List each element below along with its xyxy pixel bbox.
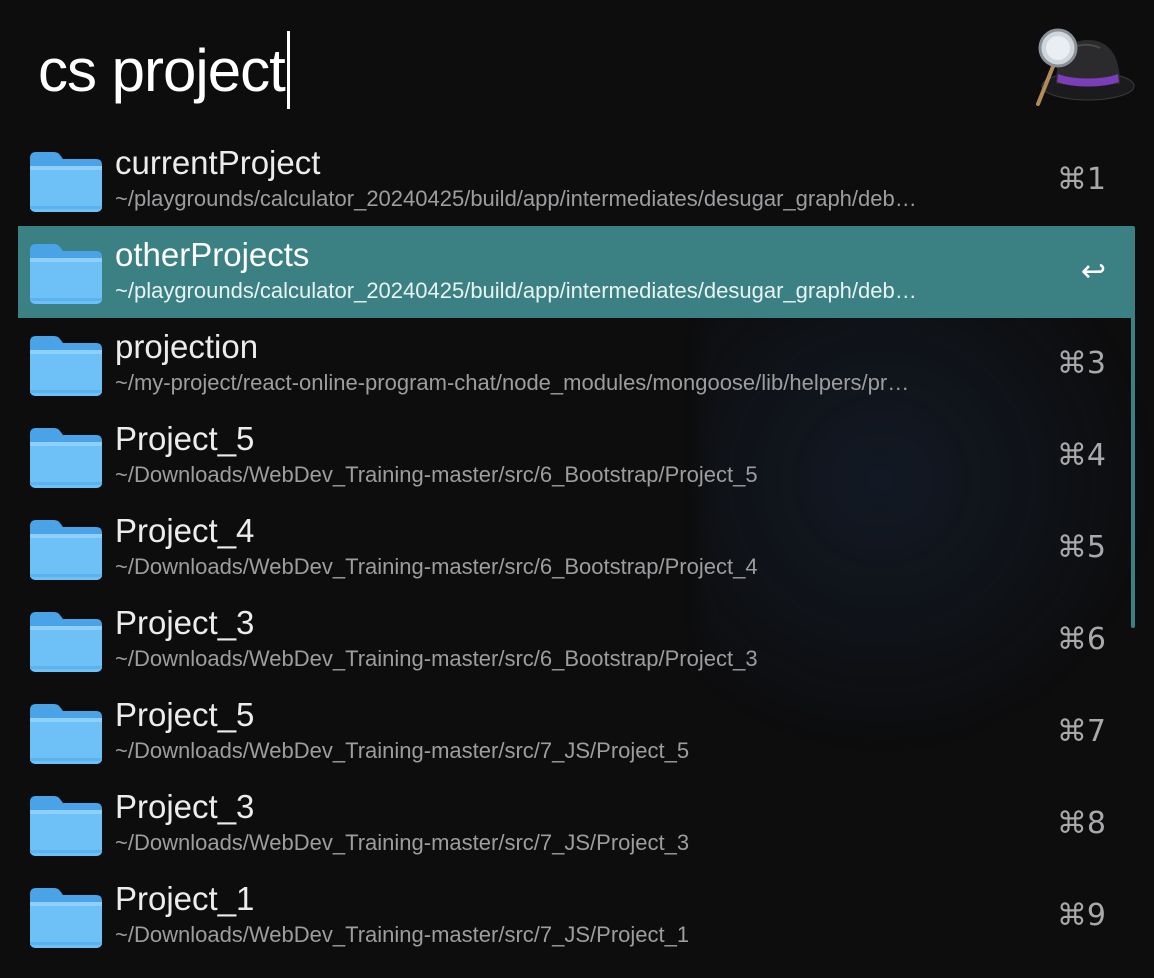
result-shortcut: ⌘3 [1056, 346, 1106, 381]
folder-icon [30, 520, 102, 580]
result-title: Project_5 [115, 420, 255, 457]
result-row[interactable]: otherProjects ~/playgrounds/calculator_20… [18, 226, 1134, 318]
result-row[interactable]: Project_5 ~/Downloads/WebDev_Training-mas… [18, 686, 1134, 778]
folder-icon [30, 244, 102, 304]
result-shortcut: ↩ [1080, 254, 1106, 289]
result-path: ~/Downloads/WebDev_Training-master/src/7… [115, 738, 690, 763]
result-title: Project_5 [115, 696, 255, 733]
result-title: currentProject [115, 144, 321, 181]
result-row[interactable]: Project_5 ~/Downloads/WebDev_Training-mas… [18, 410, 1134, 502]
result-path: ~/Downloads/WebDev_Training-master/src/6… [115, 462, 758, 487]
result-row[interactable]: Project_3 ~/Downloads/WebDev_Training-mas… [18, 594, 1134, 686]
launcher-window: cs project currentProject ~/playgrounds/c… [0, 0, 1154, 978]
folder-icon [30, 796, 102, 856]
alfred-hat-icon[interactable] [1028, 24, 1136, 108]
folder-icon [30, 888, 102, 948]
search-query[interactable]: cs project [38, 36, 286, 105]
result-shortcut: ⌘7 [1056, 714, 1106, 749]
text-caret [286, 31, 290, 109]
result-row[interactable]: projection ~/my-project/react-online-prog… [18, 318, 1134, 410]
result-shortcut: ⌘6 [1056, 622, 1106, 657]
result-shortcut: ⌘5 [1056, 530, 1106, 565]
result-shortcut: ⌘1 [1056, 162, 1106, 197]
result-shortcut: ⌘9 [1056, 898, 1106, 933]
result-title: Project_3 [115, 788, 255, 825]
result-title: Project_3 [115, 604, 255, 641]
search-input[interactable]: cs project [38, 24, 290, 116]
folder-icon [30, 336, 102, 396]
result-title: Project_1 [115, 880, 255, 917]
search-bar[interactable]: cs project [18, 18, 1018, 122]
result-title: projection [115, 328, 259, 365]
folder-icon [30, 152, 102, 212]
scrollbar[interactable] [1131, 226, 1135, 628]
result-title: Project_4 [115, 512, 255, 549]
result-path: ~/my-project/react-online-program-chat/n… [115, 370, 910, 395]
result-shortcut: ⌘4 [1056, 438, 1106, 473]
folder-icon [30, 612, 102, 672]
folder-icon [30, 704, 102, 764]
result-row[interactable]: Project_4 ~/Downloads/WebDev_Training-mas… [18, 502, 1134, 594]
folder-icon [30, 428, 102, 488]
result-path: ~/playgrounds/calculator_20240425/build/… [115, 186, 917, 211]
results-list: currentProject ~/playgrounds/calculator_2… [18, 134, 1136, 962]
result-shortcut: ⌘8 [1056, 806, 1106, 841]
result-path: ~/Downloads/WebDev_Training-master/src/6… [115, 554, 758, 579]
result-row[interactable]: Project_3 ~/Downloads/WebDev_Training-mas… [18, 778, 1134, 870]
result-path: ~/Downloads/WebDev_Training-master/src/6… [115, 646, 758, 671]
result-row[interactable]: currentProject ~/playgrounds/calculator_2… [18, 134, 1134, 226]
result-path: ~/Downloads/WebDev_Training-master/src/7… [115, 830, 690, 855]
result-path: ~/playgrounds/calculator_20240425/build/… [115, 278, 917, 303]
result-path: ~/Downloads/WebDev_Training-master/src/7… [115, 922, 690, 947]
result-row[interactable]: Project_1 ~/Downloads/WebDev_Training-mas… [18, 870, 1134, 962]
result-title: otherProjects [115, 236, 310, 273]
